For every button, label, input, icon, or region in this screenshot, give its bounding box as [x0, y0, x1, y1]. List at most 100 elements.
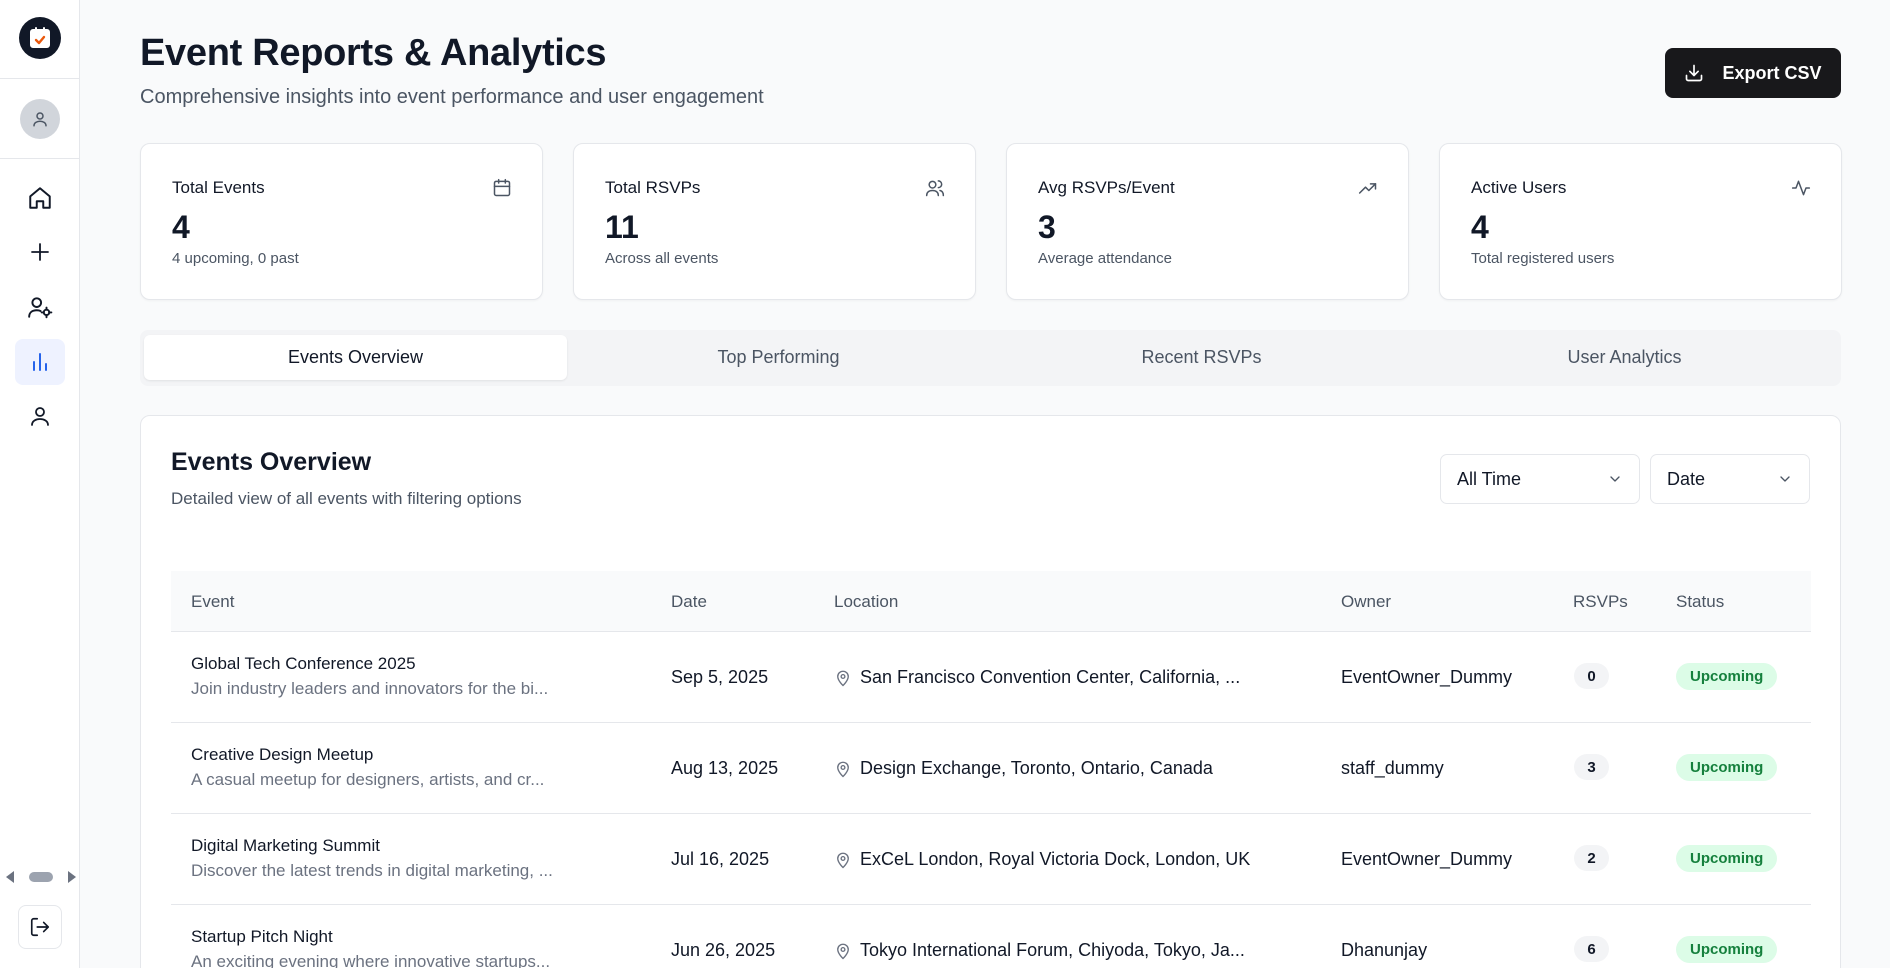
- event-location: ExCeL London, Royal Victoria Dock, Londo…: [834, 849, 1250, 870]
- event-date: Sep 5, 2025: [671, 667, 769, 687]
- event-description: Discover the latest trends in digital ma…: [191, 861, 553, 880]
- home-icon: [29, 187, 51, 209]
- stat-subtext: Across all events: [605, 250, 719, 267]
- rsvp-count-badge: 3: [1574, 754, 1609, 780]
- event-location-text: San Francisco Convention Center, Califor…: [860, 667, 1241, 687]
- event-description: A casual meetup for designers, artists, …: [191, 770, 545, 789]
- user-settings-icon: [28, 297, 53, 319]
- scroll-thumb[interactable]: [29, 872, 53, 882]
- event-date: Jun 26, 2025: [671, 940, 776, 960]
- event-location-text: Design Exchange, Toronto, Ontario, Canad…: [860, 758, 1213, 778]
- time-filter-select[interactable]: All Time: [1440, 454, 1640, 504]
- sort-value: Date: [1667, 468, 1706, 489]
- event-description: An exciting evening where innovative sta…: [191, 952, 551, 968]
- event-date: Aug 13, 2025: [671, 758, 779, 778]
- column-header-event[interactable]: Event: [191, 592, 234, 612]
- calendar-check-icon: [30, 27, 50, 48]
- trending-up-icon: [1358, 183, 1377, 194]
- column-header-date[interactable]: Date: [671, 592, 707, 612]
- events-table: Event Date Location Owner RSVPs Status G…: [171, 571, 1811, 968]
- rsvp-count-badge: 0: [1574, 663, 1609, 689]
- status-badge: Upcoming: [1676, 936, 1778, 963]
- sidebar: [0, 0, 80, 968]
- stat-value: 3: [1038, 209, 1056, 245]
- export-csv-button[interactable]: Export CSV: [1665, 48, 1841, 98]
- event-owner: EventOwner_Dummy: [1341, 849, 1513, 869]
- time-filter-value: All Time: [1457, 468, 1522, 489]
- event-name: Digital Marketing Summit: [191, 836, 380, 855]
- stat-value: 11: [605, 209, 639, 245]
- table-header: Event Date Location Owner RSVPs Status: [171, 571, 1811, 632]
- stat-label: Avg RSVPs/Event: [1038, 178, 1175, 197]
- tab-events-overview[interactable]: Events Overview: [144, 335, 567, 380]
- status-badge: Upcoming: [1676, 663, 1778, 690]
- report-tabs: Events Overview Top Performing Recent RS…: [140, 330, 1841, 386]
- panel-description: Detailed view of all events with filteri…: [171, 489, 522, 508]
- chevron-down-icon: [1610, 476, 1620, 482]
- event-name: Startup Pitch Night: [191, 927, 333, 946]
- stat-value: 4: [1471, 209, 1489, 245]
- event-location: Design Exchange, Toronto, Ontario, Canad…: [834, 758, 1213, 779]
- column-header-status[interactable]: Status: [1676, 592, 1724, 612]
- stat-label: Total RSVPs: [605, 178, 701, 197]
- sidebar-divider: [0, 158, 80, 159]
- stat-subtext: Average attendance: [1038, 250, 1172, 267]
- event-owner: EventOwner_Dummy: [1341, 667, 1513, 687]
- stat-card-active-users: Active Users 4 Total registered users: [1439, 143, 1842, 300]
- panel-title: Events Overview: [171, 448, 372, 476]
- table-row[interactable]: Global Tech Conference 2025 Join industr…: [171, 632, 1811, 723]
- column-header-rsvps[interactable]: RSVPs: [1573, 592, 1628, 612]
- event-date: Jul 16, 2025: [671, 849, 770, 869]
- export-csv-label: Export CSV: [1722, 62, 1822, 83]
- event-description: Join industry leaders and innovators for…: [191, 679, 549, 698]
- map-pin-icon: [837, 761, 849, 777]
- stat-label: Active Users: [1471, 178, 1567, 197]
- stat-subtext: Total registered users: [1471, 250, 1615, 267]
- event-location-text: ExCeL London, Royal Victoria Dock, Londo…: [860, 849, 1251, 869]
- events-overview-panel: Events Overview Detailed view of all eve…: [140, 415, 1841, 968]
- map-pin-icon: [837, 852, 849, 868]
- nav-home[interactable]: [15, 175, 65, 221]
- avatar[interactable]: [20, 99, 60, 139]
- nav-create[interactable]: [15, 229, 65, 275]
- tab-recent-rsvps[interactable]: Recent RSVPs: [990, 335, 1413, 380]
- sort-select[interactable]: Date: [1650, 454, 1810, 504]
- event-location-text: Tokyo International Forum, Chiyoda, Toky…: [860, 940, 1245, 960]
- event-name: Global Tech Conference 2025: [191, 654, 416, 673]
- scroll-left-icon[interactable]: [6, 871, 14, 883]
- table-row[interactable]: Digital Marketing Summit Discover the la…: [171, 814, 1811, 905]
- logout-button[interactable]: [18, 905, 62, 949]
- activity-icon: [1791, 180, 1811, 196]
- nav-user-management[interactable]: [15, 284, 65, 330]
- page-subtitle: Comprehensive insights into event perfor…: [140, 86, 764, 108]
- status-badge: Upcoming: [1676, 754, 1778, 781]
- stat-subtext: 4 upcoming, 0 past: [172, 250, 299, 267]
- calendar-icon: [493, 178, 511, 197]
- app-logo[interactable]: [19, 17, 61, 59]
- event-location: Tokyo International Forum, Chiyoda, Toky…: [834, 940, 1245, 961]
- event-location: San Francisco Convention Center, Califor…: [834, 667, 1240, 688]
- tab-user-analytics[interactable]: User Analytics: [1413, 335, 1836, 380]
- logout-icon: [30, 917, 50, 937]
- map-pin-icon: [837, 943, 849, 959]
- sidebar-divider: [0, 78, 80, 79]
- tab-top-performing[interactable]: Top Performing: [567, 335, 990, 380]
- event-owner: Dhanunjay: [1341, 940, 1428, 960]
- nav-reports[interactable]: [15, 339, 65, 385]
- sidebar-scrollbar[interactable]: [6, 868, 76, 886]
- page-title: Event Reports & Analytics: [140, 32, 607, 74]
- column-header-location[interactable]: Location: [834, 592, 898, 612]
- table-row[interactable]: Creative Design Meetup A casual meetup f…: [171, 723, 1811, 814]
- rsvp-count-badge: 2: [1574, 845, 1609, 871]
- table-row[interactable]: Startup Pitch Night An exciting evening …: [171, 905, 1811, 968]
- stat-value: 4: [172, 209, 190, 245]
- event-owner: staff_dummy: [1341, 758, 1444, 778]
- stat-card-total-rsvps: Total RSVPs 11 Across all events: [573, 143, 976, 300]
- stat-card-total-events: Total Events 4 4 upcoming, 0 past: [140, 143, 543, 300]
- download-icon: [1686, 64, 1703, 82]
- scroll-right-icon[interactable]: [68, 871, 76, 883]
- plus-icon: [31, 243, 49, 261]
- nav-profile[interactable]: [15, 393, 65, 439]
- column-header-owner[interactable]: Owner: [1341, 592, 1391, 612]
- stat-label: Total Events: [172, 178, 265, 197]
